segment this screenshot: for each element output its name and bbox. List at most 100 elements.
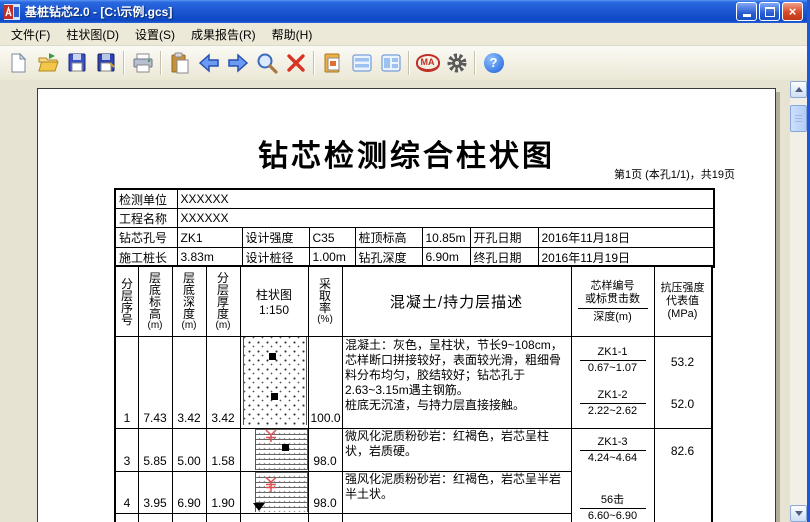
save-as-button[interactable] <box>91 49 120 77</box>
settings-button[interactable] <box>442 49 471 77</box>
report-image-button[interactable] <box>318 49 347 77</box>
info-label: 钻芯孔号 <box>115 228 177 248</box>
sample-id: ZK1-3 <box>571 436 654 449</box>
menu-settings[interactable]: 设置(S) <box>127 23 183 46</box>
info-label: 检测单位 <box>115 189 177 209</box>
col-header-thickness: 分层厚度 (m) <box>206 267 240 336</box>
columnar-grid: 分层序号 层底标高 (m) 层底深度 (m) 分层厚度 (m) 柱状图 1:15… <box>114 265 713 522</box>
info-label: 开孔日期 <box>470 228 538 248</box>
restore-button[interactable] <box>759 2 780 21</box>
divider <box>580 450 646 451</box>
table-row: 检测单位 XXXXXX <box>115 189 714 209</box>
info-label: 设计强度 <box>242 228 309 248</box>
sample-entry: ZK1-2 2.22~2.62 <box>571 389 654 418</box>
sample-id: 56击 <box>571 494 654 507</box>
sample-depth: 6.60~6.90 <box>571 510 654 522</box>
divider <box>580 403 646 404</box>
toolbar-separator <box>123 51 125 75</box>
close-icon: × <box>789 4 797 20</box>
new-document-icon <box>7 51 31 75</box>
cell-recovery-rate: 98.0 <box>308 455 342 468</box>
info-value: XXXXXX <box>177 189 714 209</box>
cell-recovery-rate: 98.0 <box>308 497 342 510</box>
cell-depth: 5.00 <box>172 455 206 468</box>
cell-elevation: 3.95 <box>138 497 172 510</box>
toolbar: MA ? <box>0 46 807 81</box>
cell-description: 混凝土：灰色，呈柱状，节长9~108cm，芯样断口拼接较好，表面较光滑，粗细骨料… <box>345 338 567 413</box>
cell-depth: 3.42 <box>172 412 206 425</box>
core-sample-marker <box>271 393 278 400</box>
delete-button[interactable] <box>281 49 310 77</box>
printer-icon <box>131 51 155 75</box>
report-page: 钻芯检测综合柱状图 第1页 (本孔1/1)，共19页 检测单位 XXXXXX 工… <box>37 88 776 522</box>
open-file-button[interactable] <box>33 49 62 77</box>
col-header-chart: 柱状图 1:150 <box>240 267 308 336</box>
cell-seq: 1 <box>116 412 138 425</box>
menu-bar: 文件(F) 柱状图(D) 设置(S) 成果报告(R) 帮助(H) <box>0 23 807 46</box>
arrow-up-icon <box>795 87 803 92</box>
close-button[interactable]: × <box>782 2 803 21</box>
new-document-button[interactable] <box>4 49 33 77</box>
sample-entry: 56击 6.60~6.90 <box>571 494 654 522</box>
help-button[interactable]: ? <box>479 49 508 77</box>
project-info-table: 检测单位 XXXXXX 工程名称 XXXXXX 钻芯孔号 ZK1 设计强度 C3… <box>114 188 715 268</box>
back-button[interactable] <box>194 49 223 77</box>
scroll-down-button[interactable] <box>790 505 807 522</box>
zoom-button[interactable] <box>252 49 281 77</box>
col-header-description: 混凝土/持力层描述 <box>342 267 571 336</box>
scrollbar-thumb[interactable] <box>790 105 807 132</box>
cell-elevation: 7.43 <box>138 412 172 425</box>
cell-thickness: 1.90 <box>206 497 240 510</box>
info-value: 10.85m <box>422 228 470 248</box>
document-viewport[interactable]: 钻芯检测综合柱状图 第1页 (本孔1/1)，共19页 检测单位 XXXXXX 工… <box>0 80 807 522</box>
minimize-button[interactable] <box>736 2 757 21</box>
forward-button[interactable] <box>223 49 252 77</box>
cell-seq: 4 <box>116 497 138 510</box>
strength-value: 52.0 <box>654 397 711 411</box>
table-row: 钻芯孔号 ZK1 设计强度 C35 桩顶标高 10.85m 开孔日期 2016年… <box>115 228 714 248</box>
menu-help[interactable]: 帮助(H) <box>264 23 321 46</box>
report-columns-button[interactable] <box>376 49 405 77</box>
page-info: 第1页 (本孔1/1)，共19页 <box>614 166 735 182</box>
sample-entry: ZK1-1 0.67~1.07 <box>571 346 654 375</box>
col-header-depth: 层底深度 (m) <box>172 267 206 336</box>
paste-button[interactable] <box>165 49 194 77</box>
print-button[interactable] <box>128 49 157 77</box>
arrow-right-icon <box>225 51 251 75</box>
delete-x-icon <box>284 51 308 75</box>
divider <box>580 508 646 509</box>
cell-thickness: 1.58 <box>206 455 240 468</box>
strength-value: 53.2 <box>654 355 711 369</box>
save-button[interactable] <box>62 49 91 77</box>
col-header-elevation: 层底标高 (m) <box>138 267 172 336</box>
open-folder-icon <box>36 51 60 75</box>
ma-stamp-button[interactable]: MA <box>413 49 442 77</box>
sample-id: ZK1-2 <box>571 389 654 402</box>
toolbar-separator <box>474 51 476 75</box>
vertical-scrollbar[interactable] <box>790 81 807 522</box>
info-label: 工程名称 <box>115 209 177 228</box>
core-sample-marker <box>269 353 276 360</box>
help-icon: ? <box>484 53 504 73</box>
menu-results-report[interactable]: 成果报告(R) <box>183 23 264 46</box>
report-panel-button[interactable] <box>347 49 376 77</box>
panel-columns-icon <box>379 51 403 75</box>
window-title: 基桩钻芯2.0 - [C:\示例.gcs] <box>25 3 734 20</box>
title-bar: 基桩钻芯2.0 - [C:\示例.gcs] × <box>0 0 807 23</box>
strength-value: 82.6 <box>654 444 711 458</box>
cell-recovery-rate: 100.0 <box>308 412 343 425</box>
save-icon <box>65 51 89 75</box>
weathered-rock-symbol <box>263 428 279 444</box>
save-as-icon <box>94 51 118 75</box>
strongly-weathered-rock-symbol <box>263 476 279 493</box>
menu-columnar-diagram[interactable]: 柱状图(D) <box>58 23 127 46</box>
magnifier-icon <box>255 51 279 75</box>
col-header-strength: 抗压强度 代表值 (MPa) <box>654 267 711 336</box>
info-value: XXXXXX <box>177 209 714 228</box>
clipboard-icon <box>168 51 192 75</box>
menu-file[interactable]: 文件(F) <box>3 23 58 46</box>
toolbar-separator <box>160 51 162 75</box>
cell-elevation: 5.85 <box>138 455 172 468</box>
table-row: 工程名称 XXXXXX <box>115 209 714 228</box>
scroll-up-button[interactable] <box>790 81 807 98</box>
